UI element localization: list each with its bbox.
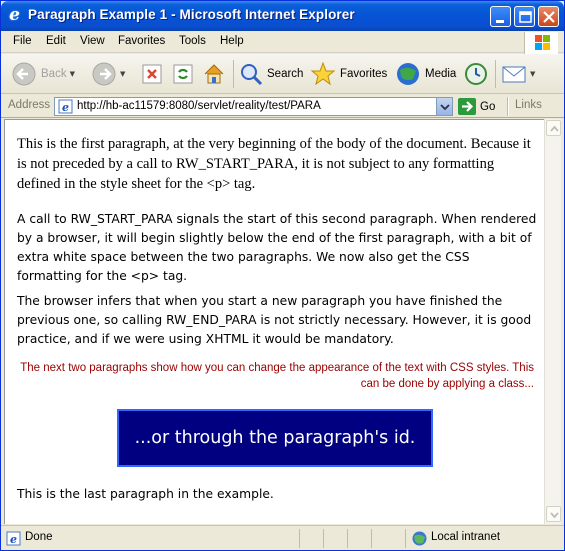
svg-text:e: e xyxy=(10,533,17,546)
status-pane xyxy=(299,529,300,548)
stop-icon xyxy=(142,64,162,84)
search-button[interactable]: Search xyxy=(239,60,303,88)
favorites-icon xyxy=(310,61,336,86)
page-icon: e xyxy=(6,531,21,546)
scroll-up-button[interactable] xyxy=(546,120,561,136)
back-icon xyxy=(12,62,36,86)
status-pane xyxy=(347,529,348,548)
favorites-button[interactable]: Favorites xyxy=(310,60,387,88)
chevron-down-icon xyxy=(440,104,450,111)
menu-file[interactable]: File xyxy=(13,35,32,47)
chevron-up-icon xyxy=(550,125,559,132)
address-input[interactable]: e http://hb-ac11579:8080/servlet/reality… xyxy=(54,97,453,116)
window-title: Paragraph Example 1 - Microsoft Internet… xyxy=(28,7,355,22)
paragraph-class-styled: The next two paragraphs show how you can… xyxy=(20,362,534,390)
menu-help[interactable]: Help xyxy=(220,35,244,47)
page-content: This is the first paragraph, at the very… xyxy=(4,119,544,524)
address-bar: Address e http://hb-ac11579:8080/servlet… xyxy=(1,95,564,118)
history-button[interactable] xyxy=(463,60,489,88)
toolbar-separator xyxy=(233,60,234,88)
maximize-button[interactable] xyxy=(514,6,535,27)
media-icon xyxy=(397,63,419,85)
forward-icon xyxy=(92,62,116,86)
minimize-button[interactable] xyxy=(490,6,511,27)
page-icon: e xyxy=(58,99,73,114)
address-dropdown[interactable] xyxy=(436,98,452,115)
close-icon xyxy=(543,11,555,23)
ie-icon: e xyxy=(9,5,20,25)
windows-logo-icon xyxy=(524,32,558,54)
chevron-down-icon[interactable]: ▼ xyxy=(70,70,75,78)
media-button[interactable]: Media xyxy=(395,60,456,88)
forward-button[interactable]: ▼ xyxy=(91,60,125,88)
mail-button[interactable]: ▼ xyxy=(501,60,535,88)
status-pane xyxy=(405,529,406,548)
go-button[interactable]: Go xyxy=(458,98,495,115)
browser-window: e Paragraph Example 1 - Microsoft Intern… xyxy=(0,0,565,551)
security-zone: Local intranet xyxy=(431,531,501,543)
home-icon xyxy=(204,64,224,84)
status-pane xyxy=(371,529,372,548)
chevron-down-icon xyxy=(550,512,559,519)
chevron-down-icon[interactable]: ▼ xyxy=(120,70,125,78)
go-arrow-icon xyxy=(458,98,476,115)
links-button[interactable]: Links xyxy=(515,99,542,111)
paragraph-id-text: ...or through the paragraph's id. xyxy=(134,428,416,448)
vertical-scrollbar[interactable] xyxy=(544,119,561,524)
links-separator xyxy=(507,97,509,116)
history-icon xyxy=(465,63,487,85)
home-button[interactable] xyxy=(202,60,226,88)
status-bar: e Done Local intranet xyxy=(1,525,564,550)
menu-favorites[interactable]: Favorites xyxy=(118,35,165,47)
back-button[interactable]: Back ▼ xyxy=(11,60,75,88)
paragraph-1: This is the first paragraph, at the very… xyxy=(17,136,531,192)
paragraph-last: This is the last paragraph in the exampl… xyxy=(17,487,274,501)
close-button[interactable] xyxy=(538,6,559,27)
refresh-button[interactable] xyxy=(172,60,194,88)
search-icon xyxy=(241,64,263,86)
svg-text:e: e xyxy=(62,101,69,114)
intranet-icon xyxy=(412,531,427,546)
status-pane xyxy=(323,529,324,548)
status-text: Done xyxy=(25,531,53,543)
mail-icon xyxy=(502,66,526,83)
chevron-down-icon[interactable]: ▼ xyxy=(530,70,535,78)
menu-tools[interactable]: Tools xyxy=(179,35,206,47)
title-bar[interactable]: e Paragraph Example 1 - Microsoft Intern… xyxy=(1,1,564,31)
address-url: http://hb-ac11579:8080/servlet/reality/t… xyxy=(77,100,321,112)
menu-edit[interactable]: Edit xyxy=(46,35,66,47)
paragraph-2: A call to RW_START_PARA signals the star… xyxy=(17,212,537,283)
paragraph-id-styled: ...or through the paragraph's id. xyxy=(117,409,433,467)
menu-bar: File Edit View Favorites Tools Help xyxy=(1,31,564,54)
paragraph-3: The browser infers that when you start a… xyxy=(17,294,532,346)
scroll-down-button[interactable] xyxy=(546,506,561,522)
stop-button[interactable] xyxy=(141,60,163,88)
maximize-icon xyxy=(519,11,532,23)
address-label: Address xyxy=(8,99,51,111)
toolbar-separator xyxy=(495,60,496,88)
minimize-icon xyxy=(496,20,504,23)
menu-view[interactable]: View xyxy=(80,35,105,47)
refresh-icon xyxy=(173,64,193,84)
toolbar: Back ▼ ▼ Search Favorites Media ▼ xyxy=(1,54,564,94)
